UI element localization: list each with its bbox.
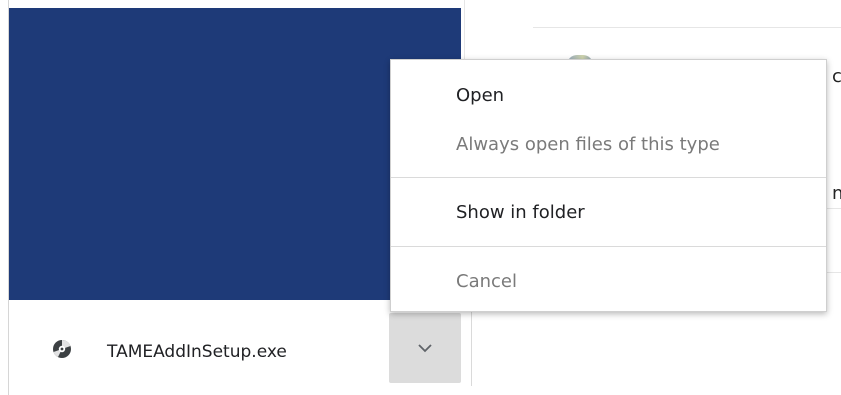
menu-item-show-in-folder[interactable]: Show in folder: [391, 201, 826, 225]
page-row-divider: [533, 27, 841, 28]
browser-window: c n TAMEAddInSetup.exe Open Always open …: [0, 0, 841, 395]
menu-item-cancel[interactable]: Cancel: [391, 270, 826, 294]
download-menu-button[interactable]: [389, 313, 461, 383]
download-context-menu: Open Always open files of this type Show…: [390, 59, 827, 312]
page-clipped-text: n: [832, 183, 841, 204]
menu-separator: [391, 246, 826, 247]
menu-item-open[interactable]: Open: [391, 84, 826, 108]
download-item-divider: [471, 300, 472, 386]
menu-separator: [391, 177, 826, 178]
page-clipped-text: c: [832, 66, 841, 87]
download-filename[interactable]: TAMEAddInSetup.exe: [107, 341, 287, 363]
menu-item-always-open[interactable]: Always open files of this type: [391, 133, 826, 157]
installer-disc-icon[interactable]: [52, 339, 72, 359]
chevron-down-icon: [417, 343, 433, 353]
window-left-edge: [0, 0, 9, 395]
